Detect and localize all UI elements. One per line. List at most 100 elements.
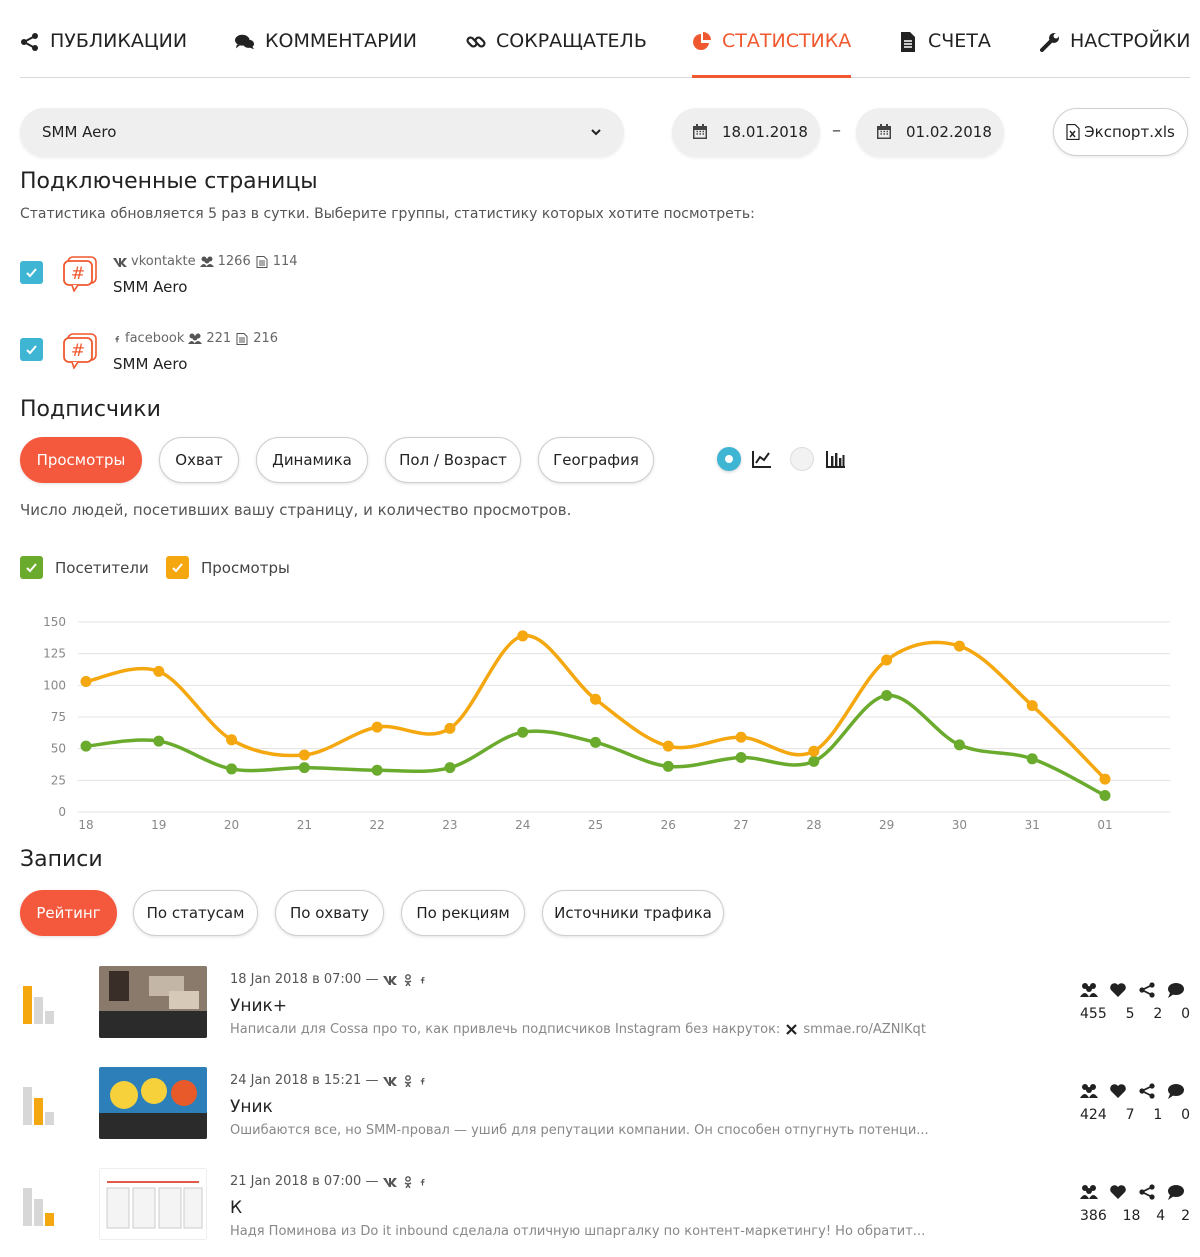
data-point-1[interactable] <box>226 734 238 746</box>
nav-statistics[interactable]: СТАТИСТИКА <box>692 30 852 78</box>
post-link[interactable]: smmae.ro/AZNlKqt <box>803 1022 926 1037</box>
nav-invoices[interactable]: СЧЕТА <box>898 30 991 78</box>
data-point-0[interactable] <box>808 755 820 767</box>
post-date: 18 Jan 2018 в 07:00 — <box>230 972 379 987</box>
data-point-0[interactable] <box>662 760 674 772</box>
rank-bar <box>45 1011 54 1024</box>
data-point-1[interactable] <box>1026 700 1038 712</box>
data-point-1[interactable] <box>1099 773 1111 785</box>
series-line-1 <box>85 634 1107 781</box>
data-point-0[interactable] <box>735 752 747 764</box>
connected-pages-subtitle: Статистика обновляется 5 раз в сутки. Вы… <box>20 206 755 222</box>
nav-invoices-label: СЧЕТА <box>928 30 991 52</box>
data-point-0[interactable] <box>517 726 529 738</box>
data-point-1[interactable] <box>953 640 965 652</box>
hashtag-logo-icon: # <box>63 333 97 369</box>
x-tick-label: 01 <box>1097 818 1112 832</box>
data-point-0[interactable] <box>881 689 893 701</box>
view-line-radio[interactable] <box>717 447 741 471</box>
data-point-0[interactable] <box>153 735 165 747</box>
page-checkbox[interactable] <box>20 338 43 361</box>
tab-geography[interactable]: География <box>538 437 654 483</box>
data-point-1[interactable] <box>735 731 747 743</box>
rank-bar <box>45 1112 54 1125</box>
data-point-1[interactable] <box>662 740 674 752</box>
data-point-0[interactable] <box>444 762 456 774</box>
data-point-1[interactable] <box>517 630 529 642</box>
hashtag-logo-icon: # <box>63 256 97 292</box>
post-thumbnail[interactable] <box>99 966 207 1038</box>
legend-visitors[interactable]: Посетители <box>20 556 149 579</box>
data-point-0[interactable] <box>371 764 383 776</box>
post-item[interactable]: 18 Jan 2018 в 07:00 — Уник+ Написали для… <box>20 966 1190 1046</box>
data-point-0[interactable] <box>80 740 92 752</box>
legend-views-checkbox[interactable] <box>166 556 189 579</box>
tab-gender-age[interactable]: Пол / Возраст <box>385 437 521 483</box>
vk-icon <box>113 257 127 267</box>
post-stat-value: 1 <box>1153 1107 1163 1123</box>
date-to-picker[interactable]: 01.02.2018 <box>856 108 1004 156</box>
data-point-1[interactable] <box>371 721 383 733</box>
post-title[interactable]: Уник <box>230 1097 273 1117</box>
data-point-1[interactable] <box>881 654 893 666</box>
data-point-1[interactable] <box>444 722 456 734</box>
vk-icon <box>383 975 398 985</box>
post-stat-value: 4 <box>1156 1208 1166 1224</box>
data-point-1[interactable] <box>298 749 310 761</box>
post-thumbnail[interactable] <box>99 1168 207 1240</box>
view-bar-radio[interactable] <box>790 447 814 471</box>
page-checkbox[interactable] <box>20 261 43 284</box>
group-select[interactable]: SMM Aero <box>20 108 624 156</box>
tab-rating[interactable]: Рейтинг <box>20 890 117 936</box>
post-item[interactable]: 21 Jan 2018 в 07:00 — К Надя Поминова из… <box>20 1168 1190 1248</box>
post-text: Надя Поминова из Do it inbound сделала о… <box>230 1224 926 1239</box>
tab-reach[interactable]: Охват <box>159 437 239 483</box>
post-stat-values: 455 5 2 0 <box>1080 1006 1190 1022</box>
tab-by-reactions[interactable]: По рекциям <box>401 890 525 936</box>
post-title[interactable]: Уник+ <box>230 996 287 1016</box>
data-point-0[interactable] <box>298 762 310 774</box>
legend-visitors-checkbox[interactable] <box>20 556 43 579</box>
data-point-1[interactable] <box>80 676 92 688</box>
calendar-icon <box>877 124 891 139</box>
data-point-1[interactable] <box>590 693 601 705</box>
post-text: Ошибаются все, но SMM-провал — ушиб для … <box>230 1123 929 1138</box>
x-tick-label: 23 <box>442 818 457 832</box>
export-xls-button[interactable]: Экспорт.xls <box>1053 108 1188 156</box>
rank-bars-icon <box>23 986 54 1024</box>
data-point-0[interactable] <box>953 739 965 751</box>
rank-bars-icon <box>23 1087 54 1125</box>
data-point-0[interactable] <box>1099 790 1111 802</box>
post-date-line: 21 Jan 2018 в 07:00 — <box>230 1174 426 1189</box>
nav-comments[interactable]: КОММЕНТАРИИ <box>235 30 417 78</box>
post-thumbnail[interactable] <box>99 1067 207 1139</box>
data-point-0[interactable] <box>1026 753 1038 765</box>
post-stat-value: 18 <box>1122 1208 1141 1224</box>
nav-shortener[interactable]: СОКРАЩАТЕЛЬ <box>466 30 647 78</box>
data-point-0[interactable] <box>590 736 601 748</box>
post-stat-icons <box>1080 982 1185 998</box>
tab-by-reach[interactable]: По охвату <box>275 890 384 936</box>
users-icon <box>199 256 214 267</box>
nav-publications[interactable]: ПУБЛИКАЦИИ <box>20 30 187 78</box>
data-point-1[interactable] <box>153 665 165 677</box>
y-tick-label: 75 <box>51 710 66 724</box>
heart-icon <box>1110 1185 1126 1199</box>
tab-by-status[interactable]: По статусам <box>133 890 258 936</box>
x-tick-label: 20 <box>224 818 239 832</box>
pie-chart-icon <box>693 32 711 50</box>
page-network: vkontakte <box>131 254 196 269</box>
post-item[interactable]: 24 Jan 2018 в 15:21 — Уник Ошибаются все… <box>20 1067 1190 1147</box>
nav-settings-label: НАСТРОЙКИ <box>1070 30 1191 52</box>
x-tick-label: 28 <box>806 818 821 832</box>
date-from-picker[interactable]: 18.01.2018 <box>672 108 820 156</box>
data-point-1[interactable] <box>808 745 820 757</box>
tab-dynamics[interactable]: Динамика <box>256 437 368 483</box>
legend-views[interactable]: Просмотры <box>166 556 290 579</box>
page-network: facebook <box>125 331 185 346</box>
nav-settings[interactable]: НАСТРОЙКИ <box>1040 30 1191 78</box>
tab-views[interactable]: Просмотры <box>20 437 142 483</box>
tab-traffic-sources[interactable]: Источники трафика <box>542 890 724 936</box>
data-point-0[interactable] <box>226 763 238 775</box>
post-title[interactable]: К <box>230 1198 242 1218</box>
